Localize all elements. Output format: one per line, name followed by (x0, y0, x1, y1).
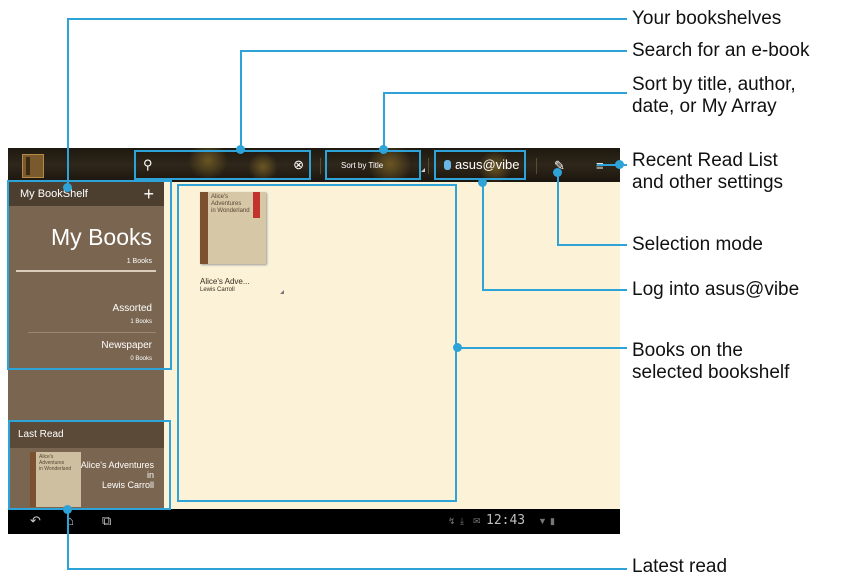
callout-line (383, 92, 385, 150)
books-highlight (177, 184, 457, 502)
usb-icon: ↯ (448, 516, 456, 526)
clock: 12:43 (486, 513, 526, 528)
battery-icon: ▮ (550, 516, 555, 526)
sort-highlight (325, 150, 421, 180)
recent-apps-icon[interactable]: ⧉ (102, 513, 111, 529)
callout-line (67, 510, 69, 570)
back-icon[interactable]: ↶ (30, 513, 41, 529)
callout-dot (236, 145, 245, 154)
callout-line (240, 50, 242, 150)
callout-line (482, 180, 484, 290)
callout-dot (615, 160, 624, 169)
callout-dot (453, 343, 462, 352)
annotation-latest: Latest read (632, 556, 728, 577)
callout-dot (63, 505, 72, 514)
annotation-sort: Sort by title, author, date, or My Array (632, 74, 796, 117)
action-bar: ⚲ ⊗ Sort by Title asus@vibe ✎ ≡ (8, 148, 620, 186)
divider (536, 158, 537, 174)
system-nav-bar: ↶ ⌂ ⧉ ↯ ⤓ ✉ 12:43 ▼ ▮ (8, 509, 620, 534)
callout-dot (379, 145, 388, 154)
callout-line (67, 568, 627, 570)
callout-line (557, 244, 627, 246)
callout-line (240, 50, 627, 52)
app-book-icon[interactable] (22, 154, 44, 178)
annotation-books: Books on the selected bookshelf (632, 340, 790, 383)
search-highlight (134, 150, 311, 180)
annotation-your-bookshelves: Your bookshelves (632, 8, 782, 29)
callout-line (383, 92, 627, 94)
bookshelves-highlight (7, 180, 172, 370)
download-icon: ⤓ (460, 516, 464, 526)
callout-dot (478, 178, 487, 187)
annotation-recent: Recent Read List and other settings (632, 150, 784, 193)
callout-line (67, 18, 627, 20)
divider (320, 158, 321, 174)
last-read-highlight (8, 420, 171, 510)
callout-line (482, 289, 627, 291)
mail-icon: ✉ (473, 516, 481, 526)
annotation-selection: Selection mode (632, 234, 763, 255)
annotation-search: Search for an e-book (632, 40, 810, 61)
callout-line (557, 170, 559, 246)
wifi-icon: ▼ (538, 516, 547, 526)
callout-line (457, 347, 627, 349)
callout-dot (63, 183, 72, 192)
divider (428, 158, 429, 174)
callout-dot (553, 168, 562, 177)
vibe-highlight (434, 150, 526, 180)
callout-line (67, 18, 69, 188)
annotation-login: Log into asus@vibe (632, 279, 800, 300)
